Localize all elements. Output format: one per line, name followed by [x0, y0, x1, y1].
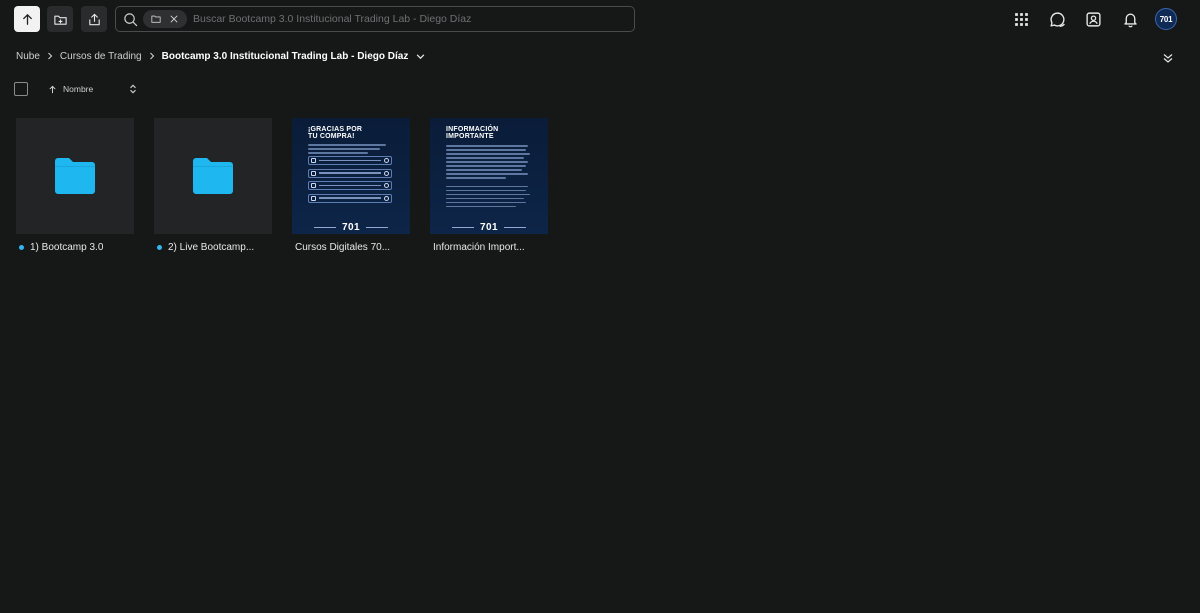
contacts-icon [1085, 11, 1101, 27]
sort-by-name[interactable]: Nombre [48, 83, 93, 95]
user-avatar[interactable]: 701 [1155, 8, 1177, 30]
search-icon[interactable] [117, 7, 143, 31]
upload-button[interactable] [14, 6, 40, 32]
notifications-button[interactable] [1119, 8, 1141, 30]
chevron-down-icon[interactable] [416, 52, 425, 61]
chat-icon [1049, 11, 1065, 27]
breadcrumb: Nube Cursos de Trading Bootcamp 3.0 Inst… [16, 48, 425, 64]
new-item-dot [19, 244, 24, 250]
poster-preview: ¡GRACIAS POR TU COMPRA! 701 [292, 118, 410, 234]
folder-icon [151, 15, 161, 23]
select-all-checkbox[interactable] [14, 82, 28, 96]
collapse-button[interactable] [1161, 51, 1175, 65]
close-icon[interactable] [169, 14, 179, 24]
sort-direction-toggle[interactable] [127, 83, 139, 95]
arrow-up-icon [49, 85, 56, 93]
folder-icon [55, 158, 95, 194]
share-icon [88, 13, 100, 25]
search-scope-chip[interactable] [143, 10, 187, 28]
bell-icon [1123, 13, 1137, 27]
breadcrumb-current[interactable]: Bootcamp 3.0 Institucional Trading Lab -… [162, 51, 409, 62]
poster-title: ¡GRACIAS POR TU COMPRA! [308, 126, 363, 140]
sort-label: Nombre [63, 84, 94, 94]
breadcrumb-item-nube[interactable]: Nube [16, 51, 40, 62]
new-folder-button[interactable] [47, 6, 73, 32]
apps-grid-icon [1014, 12, 1028, 26]
file-tile-folder[interactable]: 2) Live Bootcamp... [154, 118, 272, 254]
poster-brand: 701 [292, 222, 410, 233]
sort-toggle-icon [130, 84, 136, 94]
chevron-right-icon [142, 52, 162, 60]
contacts-button[interactable] [1082, 8, 1104, 30]
double-chevron-down-icon [1163, 54, 1173, 63]
new-item-dot [157, 244, 162, 250]
file-tile-image[interactable]: INFORMACIÓN IMPORTANTE 701 Información I… [430, 118, 548, 254]
search-input[interactable] [187, 8, 634, 30]
chat-button[interactable] [1046, 8, 1068, 30]
upload-arrow-icon [22, 13, 32, 25]
file-name[interactable]: 1) Bootcamp 3.0 [16, 240, 134, 254]
file-tile-image[interactable]: ¡GRACIAS POR TU COMPRA! 701 Cursos Digit… [292, 118, 410, 254]
image-thumbnail[interactable]: INFORMACIÓN IMPORTANTE 701 [430, 118, 548, 234]
breadcrumb-item-cursos[interactable]: Cursos de Trading [60, 51, 142, 62]
folder-icon [193, 158, 233, 194]
folder-thumbnail[interactable] [16, 118, 134, 234]
file-name[interactable]: Información Import... [430, 240, 548, 254]
poster-preview: INFORMACIÓN IMPORTANTE 701 [430, 118, 548, 234]
folder-thumbnail[interactable] [154, 118, 272, 234]
file-tile-folder[interactable]: 1) Bootcamp 3.0 [16, 118, 134, 254]
file-name[interactable]: Cursos Digitales 70... [292, 240, 410, 254]
file-name[interactable]: 2) Live Bootcamp... [154, 240, 272, 254]
apps-button[interactable] [1010, 8, 1032, 30]
chevron-right-icon [40, 52, 60, 60]
share-button[interactable] [81, 6, 107, 32]
top-toolbar: 701 [0, 0, 1200, 40]
poster-brand: 701 [430, 222, 548, 233]
poster-title: INFORMACIÓN IMPORTANTE [446, 126, 499, 140]
folder-plus-icon [53, 15, 67, 25]
search-bar[interactable] [115, 6, 635, 32]
image-thumbnail[interactable]: ¡GRACIAS POR TU COMPRA! 701 [292, 118, 410, 234]
